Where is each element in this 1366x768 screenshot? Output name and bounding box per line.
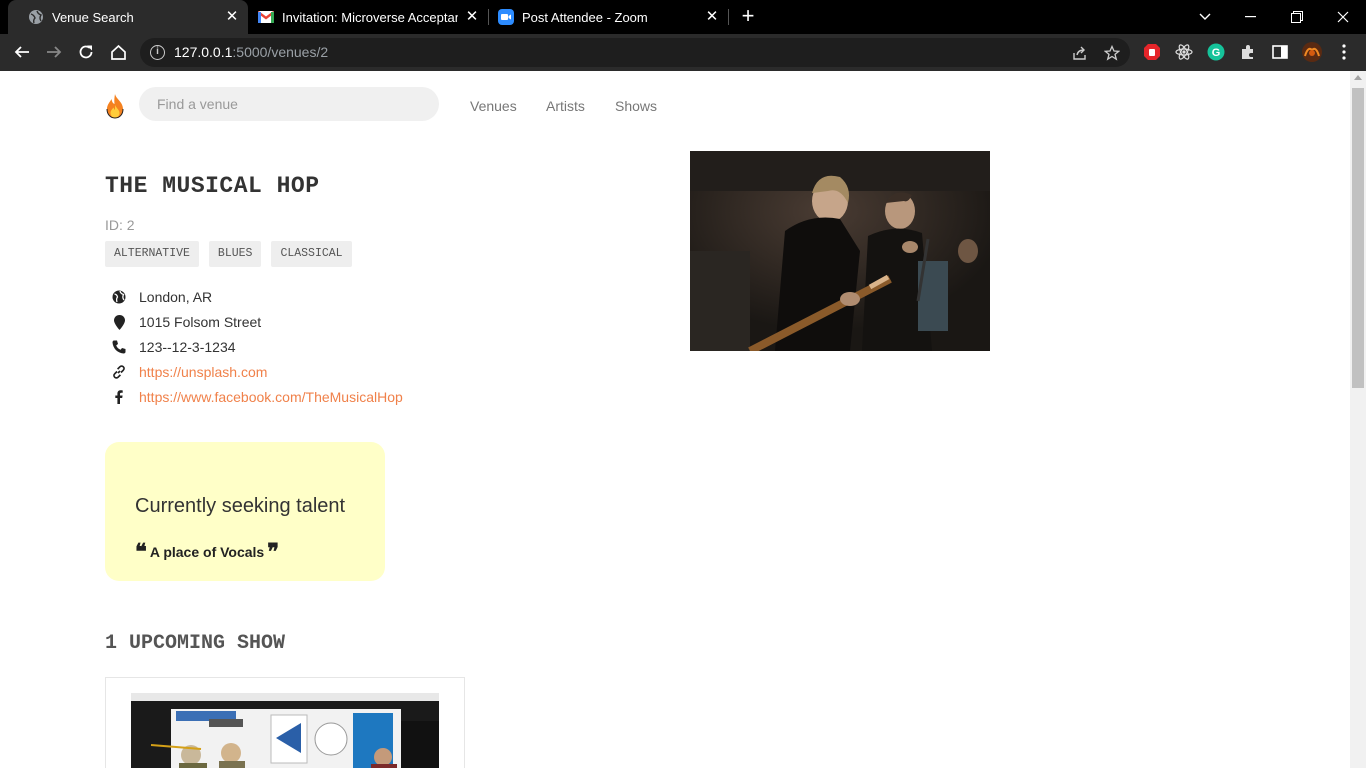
adblock-extension-icon[interactable] — [1142, 42, 1162, 62]
page-content: Venues Artists Shows THE MUSICAL HOP ID:… — [0, 71, 1350, 768]
reload-icon[interactable] — [74, 40, 98, 64]
seeking-talent-heading: Currently seeking talent — [135, 495, 346, 517]
fyyur-flame-logo-icon[interactable] — [104, 93, 126, 119]
browser-tab-bar: Venue Search ✕ Invitation: Microverse Ac… — [0, 0, 1366, 34]
genre-tag: BLUES — [208, 241, 262, 267]
venue-facebook-row: https://www.facebook.com/TheMusicalHop — [110, 387, 403, 407]
gmail-icon — [258, 9, 274, 25]
venue-image — [690, 151, 990, 355]
show-artist-image[interactable] — [131, 693, 439, 768]
share-icon[interactable] — [1070, 43, 1090, 63]
scrollbar-thumb[interactable] — [1352, 88, 1364, 388]
browser-menu-icon[interactable] — [1334, 42, 1354, 62]
grammarly-icon[interactable]: G — [1206, 42, 1226, 62]
venue-id: ID: 2 — [105, 217, 135, 233]
tab-venue-search[interactable]: Venue Search ✕ — [8, 0, 248, 34]
side-panel-icon[interactable] — [1270, 42, 1290, 62]
bookmark-star-icon[interactable] — [1102, 43, 1122, 63]
url-text: 127.0.0.1:5000/venues/2 — [174, 44, 329, 60]
tab-gmail[interactable]: Invitation: Microverse Acceptance ✕ — [248, 0, 488, 34]
address-bar[interactable]: i 127.0.0.1:5000/venues/2 — [140, 38, 1130, 67]
site-info-icon[interactable]: i — [150, 45, 165, 60]
venue-location-row: London, AR — [110, 287, 212, 307]
venue-website-row: https://unsplash.com — [110, 362, 267, 382]
venue-city-state: London, AR — [139, 289, 213, 305]
tab-zoom[interactable]: Post Attendee - Zoom ✕ — [488, 0, 728, 34]
minimize-icon[interactable] — [1228, 0, 1274, 34]
page-scrollbar[interactable] — [1350, 71, 1366, 768]
genre-tag: ALTERNATIVE — [105, 241, 199, 267]
new-tab-button[interactable]: + — [736, 5, 760, 29]
close-tab-icon[interactable]: ✕ — [704, 9, 720, 25]
close-tab-icon[interactable]: ✕ — [224, 9, 240, 25]
svg-text:G: G — [1212, 47, 1221, 59]
zoom-icon — [498, 9, 514, 25]
nav-link-shows[interactable]: Shows — [615, 98, 657, 114]
map-marker-icon — [110, 313, 128, 331]
venue-address-row: 1015 Folsom Street — [110, 312, 261, 332]
globe-icon — [110, 288, 128, 306]
venue-name-heading: THE MUSICAL HOP — [105, 173, 320, 199]
globe-icon — [28, 9, 44, 25]
seeking-talent-card: Currently seeking talent ❝ A place of Vo… — [105, 442, 385, 581]
venue-phone: 123--12-3-1234 — [139, 339, 236, 355]
venue-website-link[interactable]: https://unsplash.com — [139, 364, 267, 380]
nav-link-artists[interactable]: Artists — [546, 98, 585, 114]
venue-address: 1015 Folsom Street — [139, 314, 262, 330]
venue-phone-row: 123--12-3-1234 — [110, 337, 236, 357]
quote-right-icon: ❞ — [267, 539, 280, 565]
quote-left-icon: ❝ — [135, 539, 147, 565]
tab-title: Invitation: Microverse Acceptance — [282, 9, 458, 25]
close-tab-icon[interactable]: ✕ — [464, 9, 480, 25]
search-venue-input[interactable] — [139, 87, 439, 121]
profile-avatar[interactable] — [1302, 42, 1322, 62]
upcoming-shows-heading: 1 UPCOMING SHOW — [105, 632, 286, 655]
browser-toolbar: i 127.0.0.1:5000/venues/2 G — [0, 34, 1366, 71]
forward-icon[interactable] — [42, 40, 66, 64]
nav-link-venues[interactable]: Venues — [470, 98, 517, 114]
react-devtools-icon[interactable] — [1174, 42, 1194, 62]
venue-facebook-link[interactable]: https://www.facebook.com/TheMusicalHop — [139, 389, 403, 405]
tab-separator — [728, 9, 729, 25]
back-icon[interactable] — [10, 40, 34, 64]
close-window-icon[interactable] — [1320, 0, 1366, 34]
phone-icon — [110, 338, 128, 356]
tab-title: Venue Search — [52, 9, 134, 25]
restore-icon[interactable] — [1274, 0, 1320, 34]
tab-search-chevron-icon[interactable] — [1182, 0, 1228, 34]
seeking-description-text: A place of Vocals — [149, 544, 265, 560]
seeking-description: ❝ A place of Vocals ❞ — [135, 539, 280, 565]
genre-tag: CLASSICAL — [271, 241, 352, 267]
tab-title: Post Attendee - Zoom — [522, 9, 648, 25]
home-icon[interactable] — [106, 40, 130, 64]
scroll-up-icon[interactable] — [1354, 75, 1362, 80]
extensions-puzzle-icon[interactable] — [1238, 42, 1258, 62]
link-icon — [110, 363, 128, 381]
facebook-icon — [110, 388, 128, 406]
upcoming-show-card[interactable] — [105, 677, 465, 768]
genre-tags: ALTERNATIVE BLUES CLASSICAL — [105, 241, 352, 267]
